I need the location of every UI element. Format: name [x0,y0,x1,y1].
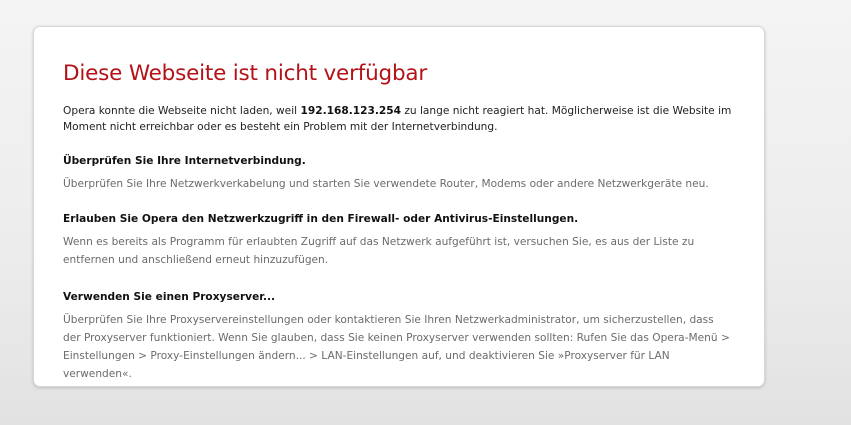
error-card: Diese Webseite ist nicht verfügbar Opera… [33,26,765,387]
host-address: 192.168.123.254 [300,105,401,117]
suggestion-heading: Überprüfen Sie Ihre Internetverbindung. [63,155,306,167]
suggestion-heading: Erlauben Sie Opera den Netzwerkzugriff i… [63,213,579,225]
suggestion-firewall-access: Erlauben Sie Opera den Netzwerkzugriff i… [63,211,734,269]
suggestion-check-connection: Überprüfen Sie Ihre Internetverbindung. … [63,153,734,193]
error-description: Opera konnte die Webseite nicht laden, w… [63,103,734,135]
suggestion-heading: Verwenden Sie einen Proxyserver... [63,291,276,303]
suggestion-text: Überprüfen Sie Ihre Netzwerkverkabelung … [63,178,709,190]
suggestion-text: Überprüfen Sie Ihre Proxyservereinstellu… [63,314,730,380]
error-description-start: Opera konnte die Webseite nicht laden, w… [63,105,301,117]
suggestion-proxy-server: Verwenden Sie einen Proxyserver... Überp… [63,289,734,383]
page-title: Diese Webseite ist nicht verfügbar [63,61,428,86]
suggestion-text: Wenn es bereits als Programm für erlaubt… [63,236,695,266]
